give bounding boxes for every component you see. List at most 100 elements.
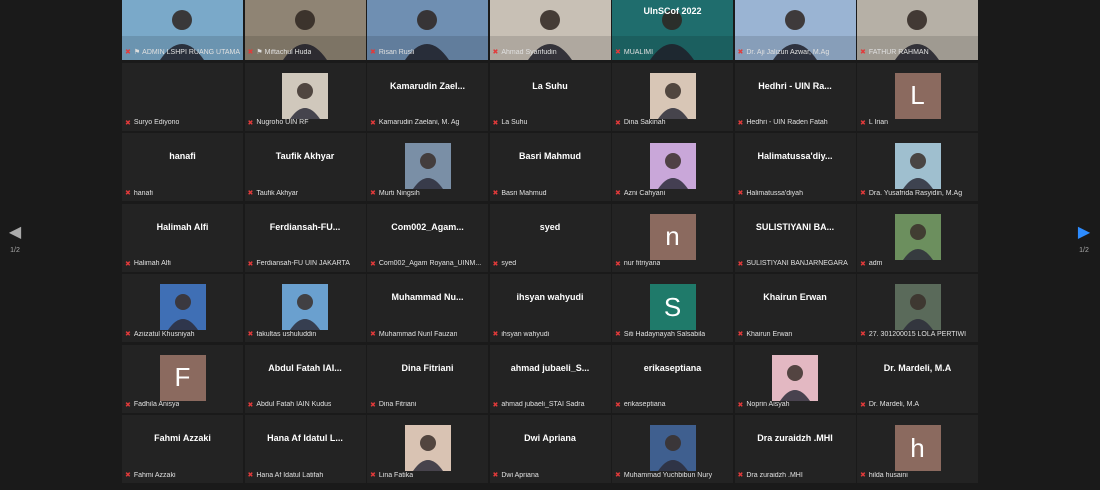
participant-name-label: ✖ Lina Fatika	[367, 470, 488, 480]
participant-tile[interactable]: Basri Mahmud ✖ Basri Mahmud	[489, 133, 611, 201]
participant-tile[interactable]: h ✖ hilda husaini	[857, 415, 978, 483]
participant-tile[interactable]: Dr. Mardeli, M.A ✖ Dr. Mardeli, M.A	[857, 344, 978, 413]
participant-tile[interactable]: ✖ Dra. Yusafrida Rasyidin, M.Ag	[857, 133, 978, 201]
participant-name-label: ✖ Dr. Aji Jalizun Azwar, M.Ag	[735, 47, 856, 57]
participant-name: adm	[868, 260, 883, 267]
participant-tile[interactable]: ✖ Ahmad Syarifudin	[489, 0, 611, 60]
participant-tile[interactable]: Hana Af Idatul L... ✖ Hana Af Idatul Latif…	[244, 415, 366, 483]
participant-tile[interactable]: ✖ Noprin Aisyah	[734, 344, 856, 413]
participant-name-label: ✖ hilda husaini	[857, 470, 978, 480]
participant-tile[interactable]: ✖ Murti Ningsih	[367, 133, 488, 201]
mic-muted-icon: ✖	[492, 190, 499, 197]
participant-display-name: La Suhu	[532, 80, 568, 91]
participant-tile[interactable]: Kamarudin Zael... ✖ Kamarudin Zaelani, M. …	[367, 62, 488, 131]
participant-tile[interactable]: Muhammad Nu... ✖ Muhammad Nuril Fauzan	[367, 274, 488, 342]
participant-name: Siti Hadaynayah Salsabila	[623, 330, 706, 338]
participant-name-label: ✖ Hedhri - UIN Raden Fatah	[735, 118, 856, 128]
participant-tile[interactable]: ihsyan wahyudi ✖ ihsyan wahyudi	[489, 274, 611, 342]
participant-name-label: ✖ ahmad jubaeli_STAI Sadra	[490, 400, 611, 410]
participant-name: syed	[501, 260, 517, 267]
participant-tile[interactable]: ✖ adm	[857, 203, 978, 272]
participant-name-label: ✖ Dr. Mardeli, M.A	[857, 400, 978, 410]
participant-tile[interactable]: Halimah Alfi ✖ Halimah Alfi	[122, 203, 243, 272]
participant-tile[interactable]: ✖ ⚑ Miftachul Huda	[244, 0, 366, 60]
participant-name-label: ✖ Basri Mahmud	[490, 188, 611, 198]
video-banner-text: UInSCof 2022	[643, 6, 702, 16]
participant-name: Miftachul Huda	[264, 48, 312, 56]
prev-page-button[interactable]: ◀ 1/2	[0, 225, 30, 255]
participant-tile[interactable]: Hedhri - UIN Ra... ✖ Hedhri - UIN Raden Fa…	[734, 62, 856, 131]
participant-tile[interactable]: Abdul Fatah IAI... ✖ Abdul Fatah IAIN Kudu…	[244, 344, 366, 413]
participant-tile[interactable]: F ✖ Fadhila Anisya	[122, 344, 243, 413]
participant-tile[interactable]: Dra zuraidzh .MHI ✖ Dra zuraidzh .MHI	[734, 415, 856, 483]
participant-name: Risan Rusli	[378, 48, 415, 56]
participant-tile[interactable]: Fahmi Azzaki ✖ Fahmi Azzaki	[122, 415, 243, 483]
mic-muted-icon: ✖	[737, 190, 744, 197]
participant-name: Hana Af Idatul Latifah	[256, 471, 324, 479]
mic-muted-icon: ✖	[615, 401, 621, 409]
participant-name-label: ✖ Abdul Fatah IAIN Kudus	[245, 400, 366, 410]
participant-tile[interactable]: S ✖ Siti Hadaynayah Salsabila	[612, 274, 733, 342]
participant-tile[interactable]: UInSCof 2022 ✖ MUALIMI	[612, 0, 733, 60]
participant-tile[interactable]: Ferdiansah-FU... ✖ Ferdiansah-FU UIN JAKAR…	[244, 203, 366, 272]
next-page-button[interactable]: ▶ 1/2	[1069, 225, 1099, 255]
participant-tile[interactable]: ✖ Lina Fatika	[367, 415, 488, 483]
participant-tile[interactable]: ahmad jubaeli_S... ✖ ahmad jubaeli_STAI Sa…	[489, 344, 611, 413]
participant-tile[interactable]: ✖ Suryo Ediyono	[122, 62, 243, 131]
participant-name: Halimah Alfi	[133, 260, 171, 267]
participant-tile[interactable]: Khairun Erwan ✖ Khairun Erwan	[734, 274, 856, 342]
participant-tile[interactable]: ✖ Azni Cahyani	[612, 133, 733, 201]
participant-tile[interactable]: L ✖ L Irian	[857, 62, 978, 131]
participant-name: Noprin Aisyah	[746, 401, 790, 408]
participant-tile[interactable]: ✖ Dina Sakinah	[612, 62, 733, 131]
participant-display-name: Kamarudin Zael...	[389, 80, 466, 91]
participant-name-label: ✖ ⚑ Miftachul Huda	[245, 47, 366, 57]
mic-muted-icon: ✖	[370, 472, 376, 479]
participant-name-label: ✖ Muhammad Yuchbibun Nury	[612, 470, 733, 480]
participant-name-label: ✖ syed	[490, 259, 611, 269]
participant-tile[interactable]: Dwi Apriana ✖ Dwi Apriana	[489, 415, 611, 483]
participant-tile[interactable]: Dina Fitriani ✖ Dina Fitriani	[367, 344, 488, 413]
page-indicator-left: 1/2	[10, 247, 20, 254]
participant-grid: ✖ ⚑ ADMIN LSHPI RUANG UTAMA ✖ ⚑ Miftachul Hud…	[122, 0, 978, 490]
avatar-initial: F	[159, 354, 206, 401]
participant-tile[interactable]: La Suhu ✖ La Suhu	[489, 62, 611, 131]
participant-tile[interactable]: SULISTIYANI BA... ✖ SULISTIYANI BANJARNEGA…	[734, 203, 856, 272]
participant-tile[interactable]: hanafi ✖ hanafi	[122, 133, 243, 201]
participant-name-label: ✖ adm	[857, 259, 978, 269]
participant-name: Dr. Aji Jalizun Azwar, M.Ag	[746, 48, 830, 56]
participant-tile[interactable]: Com002_Agam... ✖ Com002_Agam Royana_UINM..…	[367, 203, 488, 272]
participant-name: Taufik Akhyar	[256, 189, 299, 197]
participant-display-name: ihsyan wahyudi	[516, 292, 584, 302]
participant-name: Halimatussa'diyah	[746, 189, 803, 197]
mic-muted-icon: ✖	[492, 331, 499, 338]
participant-tile[interactable]: Halimatussa'diy... ✖ Halimatussa'diyah	[734, 133, 856, 201]
participant-tile[interactable]: ✖ 27. 301200015 LOLA PERTIWI	[857, 274, 978, 342]
participant-tile[interactable]: Taufik Akhyar ✖ Taufik Akhyar	[244, 133, 366, 201]
participant-tile[interactable]: ✖ Aziizatul Khusniyah	[122, 274, 243, 342]
participant-name: Abdul Fatah IAIN Kudus	[256, 401, 332, 408]
participant-tile[interactable]: ✖ ⚑ ADMIN LSHPI RUANG UTAMA	[122, 0, 243, 60]
participant-name-label: ✖ Hana Af Idatul Latifah	[245, 470, 366, 480]
participant-name-label: ✖ Dina Fitriani	[367, 400, 488, 410]
participant-name: MUALIMI	[623, 48, 654, 56]
participant-display-name: Basri Mahmud	[518, 151, 581, 161]
participant-display-name: Abdul Fatah IAI...	[268, 362, 342, 373]
mic-muted-icon: ✖	[860, 119, 866, 127]
participant-tile[interactable]: n ✖ nur fitriyana	[612, 203, 733, 272]
participant-tile[interactable]: ✖ FATHUR RAHMAN	[857, 0, 978, 60]
participant-tile[interactable]: erikaseptiana ✖ erikaseptiana	[612, 344, 733, 413]
participant-tile[interactable]: ✖ Muhammad Yuchbibun Nury	[612, 415, 733, 483]
participant-name: La Suhu	[501, 119, 528, 126]
participant-tile[interactable]: ✖ Risan Rusli	[367, 0, 488, 60]
participant-tile[interactable]: ✖ Nugroho UIN RF	[244, 62, 366, 131]
participant-name: Ferdiansah-FU UIN JAKARTA	[256, 260, 350, 267]
participant-name-label: ✖ Halimah Alfi	[122, 259, 243, 269]
participant-name-label: ✖ Dwi Apriana	[490, 470, 611, 480]
participant-tile[interactable]: ✖ Dr. Aji Jalizun Azwar, M.Ag	[734, 0, 856, 60]
participant-tile[interactable]: syed ✖ syed	[489, 203, 611, 272]
participant-name: Ahmad Syarifudin	[501, 48, 557, 56]
participant-display-name: ahmad jubaeli_S...	[510, 362, 590, 373]
participant-name-label: ✖ Suryo Ediyono	[122, 118, 243, 128]
participant-tile[interactable]: ✖ fakultas ushuluddin	[244, 274, 366, 342]
